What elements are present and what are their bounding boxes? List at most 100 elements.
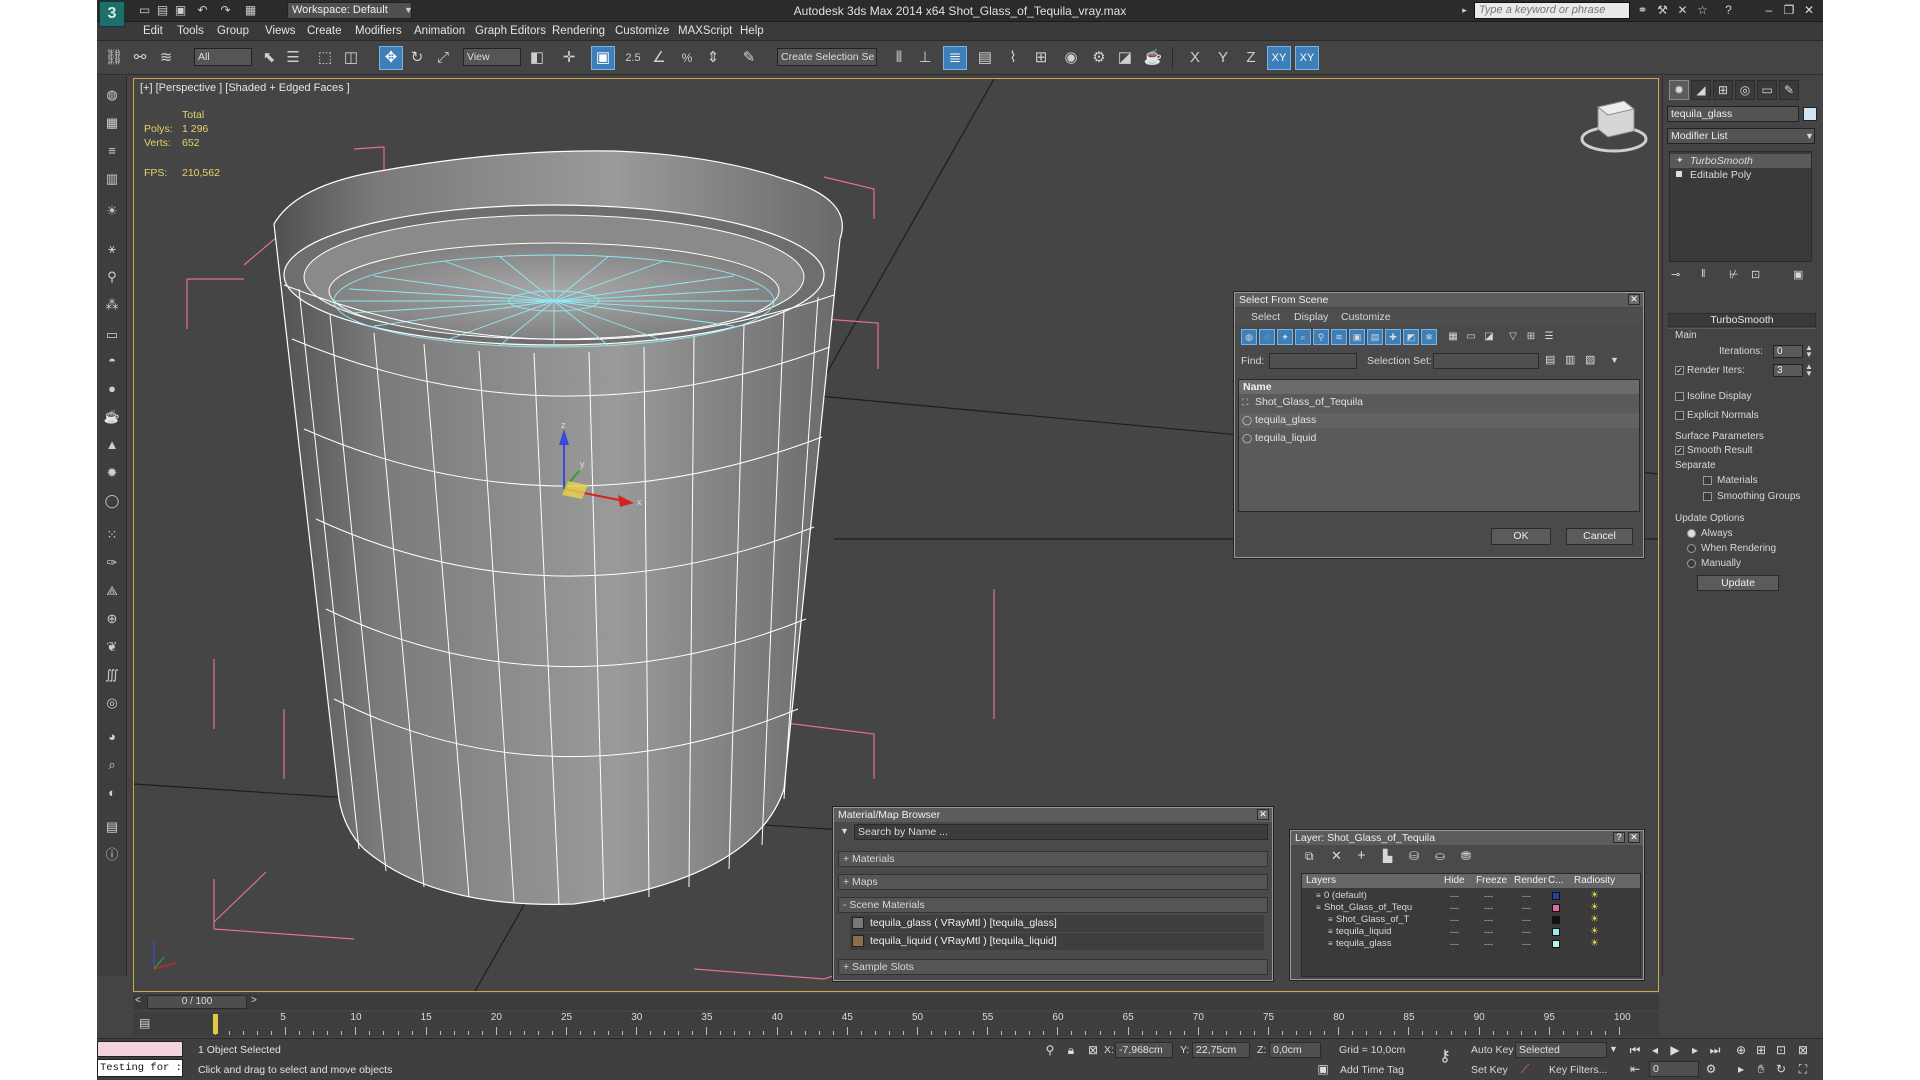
arrow-right-icon[interactable]: ▸ bbox=[1457, 3, 1472, 18]
layer-toggle[interactable]: --- bbox=[1450, 902, 1459, 914]
add-time-tag[interactable]: Add Time Tag bbox=[1340, 1064, 1404, 1076]
mesh-icon[interactable]: ⟁ bbox=[102, 582, 122, 600]
zoom-extents-icon[interactable]: ⊡ bbox=[1773, 1042, 1789, 1058]
layer-row[interactable]: 0 (default) ≡ --- --- --- ☀ bbox=[1302, 890, 1640, 902]
layer-toggle[interactable]: --- bbox=[1450, 926, 1459, 938]
maxscript-listener-pink[interactable] bbox=[97, 1041, 183, 1057]
close-icon[interactable]: ✕ bbox=[1628, 294, 1640, 305]
material-editor-icon[interactable]: ◉ bbox=[1059, 46, 1083, 70]
curve-editor-icon[interactable]: ⌇ bbox=[1001, 46, 1025, 70]
current-frame-field[interactable]: 0 bbox=[1649, 1061, 1699, 1077]
layer-color-swatch[interactable] bbox=[1552, 940, 1560, 948]
select-and-rotate-icon[interactable]: ↻ bbox=[405, 46, 429, 70]
layers-icon[interactable]: ≡ bbox=[102, 142, 122, 160]
dialog-title[interactable]: Layer: Shot_Glass_of_Tequila bbox=[1291, 831, 1643, 845]
make-unique-icon[interactable]: ⊬ bbox=[1729, 268, 1739, 281]
field-of-view-icon[interactable]: ▸ bbox=[1733, 1061, 1749, 1077]
undo-icon[interactable]: ↶ bbox=[195, 3, 210, 18]
filter-shapes-icon[interactable]: ◌ bbox=[1259, 329, 1275, 345]
menu-select[interactable]: Select bbox=[1251, 311, 1280, 323]
help-search-input[interactable]: Type a keyword or phrase bbox=[1474, 2, 1630, 19]
selection-filter-dropdown[interactable]: All bbox=[194, 48, 252, 66]
layer-toggle[interactable]: --- bbox=[1450, 914, 1459, 926]
render-iters-checkbox[interactable]: ✓ bbox=[1675, 366, 1684, 375]
motion-tab-icon[interactable]: ◎ bbox=[1735, 80, 1755, 100]
x-coord-field[interactable]: -7,968cm bbox=[1115, 1042, 1173, 1058]
hide-all-icon[interactable]: ⛀ bbox=[1435, 849, 1445, 863]
sun-light-icon[interactable]: ✹ bbox=[102, 464, 122, 482]
light-bulb-icon[interactable]: ☀ bbox=[102, 202, 122, 220]
paint-icon[interactable]: ✑ bbox=[102, 554, 122, 572]
list-item-shot-glass[interactable]: Shot_Glass_of_Tequila bbox=[1239, 395, 1639, 410]
material-search-input[interactable]: Search by Name ... bbox=[854, 824, 1268, 840]
freeze-all-icon[interactable]: ⛃ bbox=[1461, 849, 1471, 863]
time-slider[interactable]: < 0 / 100 > bbox=[133, 994, 1659, 1010]
align-icon[interactable]: ⊥ bbox=[913, 46, 937, 70]
filter-lights-icon[interactable]: ✦ bbox=[1277, 329, 1293, 345]
graphite-ribbon-icon[interactable]: ▤ bbox=[973, 46, 997, 70]
col-radiosity[interactable]: Radiosity bbox=[1574, 874, 1615, 888]
bind-space-warp-icon[interactable]: ≋ bbox=[154, 46, 178, 70]
list-item-tequila-liquid[interactable]: tequila_liquid bbox=[1239, 431, 1639, 446]
select-in-layer-icon[interactable]: ▙ bbox=[1383, 849, 1392, 863]
close-icon[interactable]: ✕ bbox=[1628, 832, 1640, 843]
time-slider-thumb[interactable]: 0 / 100 bbox=[147, 995, 247, 1009]
col-color[interactable]: C... bbox=[1548, 874, 1564, 888]
zoom-all-icon[interactable]: ⊞ bbox=[1753, 1042, 1769, 1058]
select-and-scale-icon[interactable]: ⤢ bbox=[431, 46, 455, 70]
layer-toggle[interactable]: --- bbox=[1522, 926, 1531, 938]
close-icon[interactable]: ✕ bbox=[1257, 809, 1269, 820]
sphere-primitive-icon[interactable]: ● bbox=[102, 380, 122, 398]
col-layers[interactable]: Layers bbox=[1306, 874, 1336, 888]
col-hide[interactable]: Hide bbox=[1444, 874, 1465, 888]
list-item-tequila-glass[interactable]: tequila_glass bbox=[1239, 413, 1639, 428]
highlight-selected-icon[interactable]: ⛁ bbox=[1409, 849, 1419, 863]
render-setup-icon[interactable]: ⚙ bbox=[1087, 46, 1111, 70]
filter-xrefs-icon[interactable]: ▤ bbox=[1367, 329, 1383, 345]
time-tag-icon[interactable]: ▣ bbox=[1315, 1061, 1331, 1077]
display-invert-icon[interactable]: ◪ bbox=[1481, 329, 1497, 345]
spinner-arrows-icon[interactable]: ▲ ▼ bbox=[1805, 363, 1813, 378]
col-render[interactable]: Render bbox=[1514, 874, 1547, 888]
select-object-icon[interactable]: ⬉ bbox=[257, 46, 281, 70]
axis-xy-cycle-button[interactable]: XY bbox=[1295, 46, 1319, 70]
name-column-header[interactable]: Name bbox=[1239, 380, 1639, 394]
layer-toggle[interactable]: --- bbox=[1484, 914, 1493, 926]
previous-frame-icon[interactable]: ◂ bbox=[1647, 1042, 1663, 1058]
update-button[interactable]: Update bbox=[1697, 575, 1779, 591]
render-production-icon[interactable]: ☕ bbox=[1141, 46, 1165, 70]
foliage-icon[interactable]: ❦ bbox=[102, 638, 122, 656]
key-filters-button[interactable]: Key Filters... bbox=[1549, 1064, 1607, 1076]
update-manually-radio[interactable] bbox=[1687, 559, 1696, 568]
layer-color-swatch[interactable] bbox=[1552, 928, 1560, 936]
menu-tools[interactable]: Tools bbox=[177, 25, 204, 37]
time-configuration-icon[interactable]: ⚙ bbox=[1703, 1061, 1719, 1077]
chevron-down-icon[interactable]: ▼ bbox=[840, 826, 849, 836]
selection-set-edit-icon[interactable]: ▤ bbox=[1545, 353, 1555, 366]
layer-manager-icon[interactable]: ≣ bbox=[943, 46, 967, 70]
zoom-extents-all-icon[interactable]: ⊠ bbox=[1795, 1042, 1811, 1058]
menu-rendering[interactable]: Rendering bbox=[552, 25, 605, 37]
close-icon[interactable]: ✕ bbox=[1800, 2, 1818, 19]
spinner-snap-icon[interactable]: ⇕ bbox=[701, 46, 725, 70]
layer-color-swatch[interactable] bbox=[1552, 904, 1560, 912]
project-folder-icon[interactable]: ▦ bbox=[243, 3, 258, 18]
filter-spacewarps-icon[interactable]: ≋ bbox=[1331, 329, 1347, 345]
radiosity-icon[interactable]: ☀ bbox=[1590, 890, 1599, 902]
minimize-icon[interactable]: – bbox=[1760, 2, 1778, 19]
material-sphere-icon[interactable]: ◕ bbox=[102, 728, 122, 746]
layer-toggle[interactable]: --- bbox=[1522, 938, 1531, 950]
materials-section[interactable]: + Materials bbox=[838, 851, 1268, 867]
layer-toggle[interactable]: --- bbox=[1450, 938, 1459, 950]
layer-toggle[interactable]: --- bbox=[1522, 890, 1531, 902]
modifier-list-dropdown[interactable]: Modifier List bbox=[1667, 128, 1815, 144]
object-name-input[interactable]: tequila_glass bbox=[1667, 106, 1799, 122]
layer-toggle[interactable]: --- bbox=[1484, 926, 1493, 938]
sample-slots-section[interactable]: + Sample Slots bbox=[838, 959, 1268, 975]
chevron-down-icon[interactable]: ▼ bbox=[1610, 355, 1619, 365]
exchange-icon[interactable]: ✕ bbox=[1675, 3, 1690, 18]
separate-materials-checkbox[interactable] bbox=[1703, 476, 1712, 485]
menu-customize[interactable]: Customize bbox=[615, 25, 669, 37]
next-frame-icon[interactable]: > bbox=[251, 995, 257, 1006]
orbit-icon[interactable]: ↻ bbox=[1773, 1061, 1789, 1077]
